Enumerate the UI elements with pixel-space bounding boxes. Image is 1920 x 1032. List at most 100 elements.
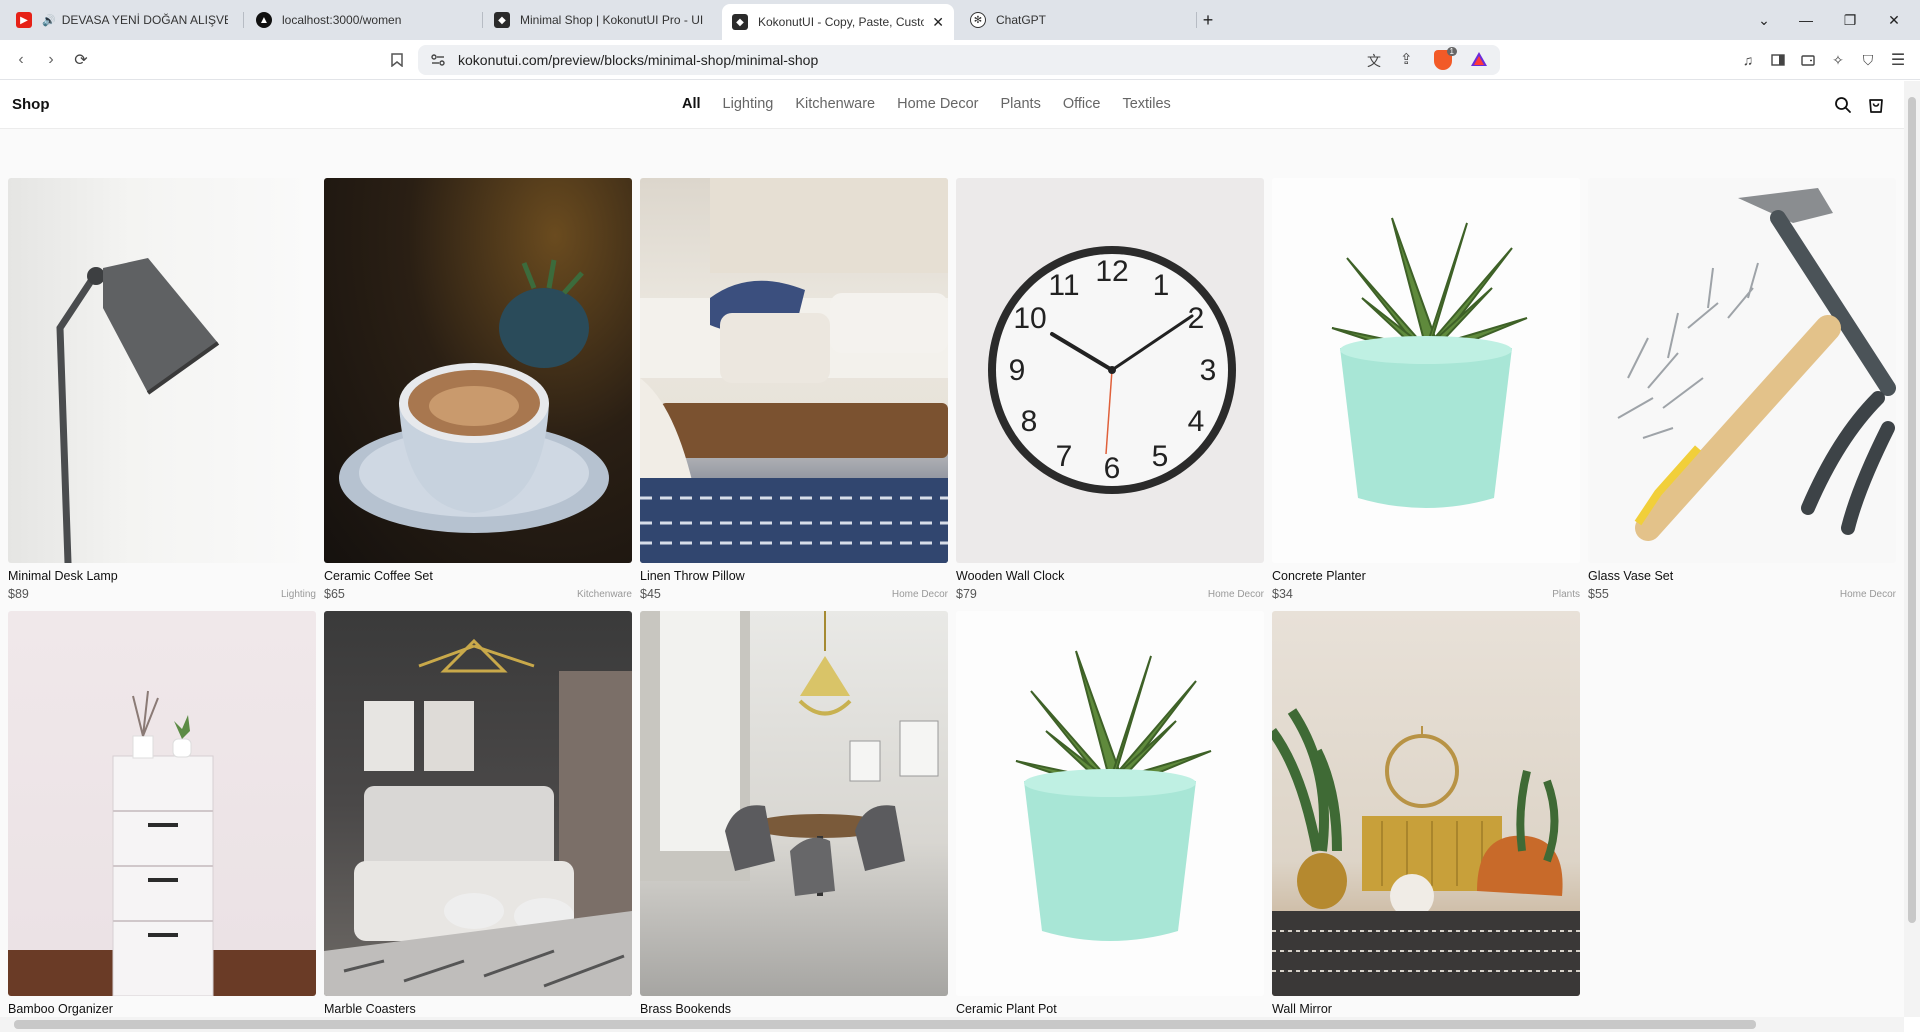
shield-count-badge: 1 <box>1446 47 1457 56</box>
leo-ai-icon[interactable]: ✧ <box>1826 48 1850 72</box>
tab-title: localhost:3000/women <box>282 13 402 27</box>
product-name[interactable]: Minimal Desk Lamp <box>8 569 118 583</box>
category-all[interactable]: All <box>682 96 701 112</box>
brave-shields-icon[interactable]: 1 <box>1434 47 1457 70</box>
tab-title: KokonutUI - Copy, Paste, Custo <box>758 15 925 29</box>
product-price: $79 <box>956 587 977 601</box>
kokonut-icon: ◆ <box>732 14 748 30</box>
category-home-decor[interactable]: Home Decor <box>897 96 978 112</box>
product-name[interactable]: Linen Throw Pillow <box>640 569 745 583</box>
svg-text:4: 4 <box>1188 405 1205 438</box>
browser-toolbar: ‹ › ⟳ kokonutui.com/preview/blocks/minim… <box>0 40 1920 80</box>
product-name[interactable]: Marble Coasters <box>324 1002 416 1016</box>
media-icon[interactable]: ♫ <box>1736 48 1760 72</box>
back-icon[interactable]: ‹ <box>8 48 34 72</box>
tab-search-chevron-icon[interactable]: ⌄ <box>1742 0 1786 40</box>
audio-playing-icon[interactable]: 🔊 <box>42 14 56 27</box>
living-room-image <box>1272 611 1580 996</box>
svg-text:1: 1 <box>1153 269 1170 302</box>
site-settings-icon[interactable] <box>430 52 446 73</box>
product-category: Home Decor <box>891 589 948 600</box>
tab-divider <box>482 12 483 28</box>
svg-text:6: 6 <box>1104 452 1121 485</box>
browser-tab[interactable]: ▶ 🔊 DEVASA YENİ DOĞAN ALIŞVERİ <box>6 6 238 34</box>
youtube-icon: ▶ <box>16 12 32 28</box>
tab-title: ChatGPT <box>996 13 1047 27</box>
browser-tab-active[interactable]: ◆ KokonutUI - Copy, Paste, Custo ✕ <box>722 4 954 40</box>
product-card[interactable]: Brass Bookends <box>640 611 948 1016</box>
drawer-unit-image <box>8 611 316 996</box>
minimize-icon[interactable]: — <box>1784 0 1828 40</box>
restore-window-icon[interactable]: ❐ <box>1828 0 1872 40</box>
product-name[interactable]: Ceramic Plant Pot <box>956 1002 1057 1016</box>
browser-tab[interactable]: ✻ ChatGPT <box>960 6 1192 34</box>
category-office[interactable]: Office <box>1063 96 1101 112</box>
close-tab-icon[interactable]: ✕ <box>932 14 944 31</box>
shop-page: Shop All Lighting Kitchenware Home Decor… <box>0 81 1904 1017</box>
desk-lamp-image <box>8 178 316 563</box>
succulent-pot-image <box>1272 178 1580 563</box>
product-name[interactable]: Glass Vase Set <box>1588 569 1673 583</box>
category-nav: All Lighting Kitchenware Home Decor Plan… <box>682 96 1171 112</box>
product-card[interactable]: Bamboo Organizer <box>8 611 316 1016</box>
product-price: $45 <box>640 587 661 601</box>
succulent-pot-image <box>956 611 1264 996</box>
product-name[interactable]: Concrete Planter <box>1272 569 1366 583</box>
vertical-scrollbar-thumb[interactable] <box>1908 97 1916 923</box>
brave-rewards-icon[interactable] <box>1470 51 1488 72</box>
shop-header: Shop All Lighting Kitchenware Home Decor… <box>0 81 1904 129</box>
product-name[interactable]: Wooden Wall Clock <box>956 569 1064 583</box>
product-card[interactable]: 12 1 2 3 4 5 6 7 8 9 10 11 Wooden Wall Clock $79 Ho… <box>956 178 1264 601</box>
coffee-cup-image <box>324 178 632 563</box>
dining-room-image <box>640 611 948 996</box>
product-card[interactable]: Marble Coasters <box>324 611 632 1016</box>
product-category: Home Decor <box>1839 589 1896 600</box>
search-icon[interactable] <box>1833 95 1853 115</box>
svg-text:12: 12 <box>1095 255 1128 288</box>
product-name[interactable]: Wall Mirror <box>1272 1002 1332 1016</box>
product-name[interactable]: Ceramic Coffee Set <box>324 569 433 583</box>
tools-image <box>1588 178 1896 563</box>
product-card[interactable]: Glass Vase Set $55 Home Decor <box>1588 178 1896 601</box>
bedroom-pillows-image <box>640 178 948 563</box>
close-window-icon[interactable]: ✕ <box>1872 0 1916 40</box>
horizontal-scrollbar-thumb[interactable] <box>14 1020 1756 1029</box>
address-bar[interactable]: kokonutui.com/preview/blocks/minimal-sho… <box>418 45 1500 75</box>
sidebar-toggle-icon[interactable] <box>1766 48 1790 72</box>
svg-text:7: 7 <box>1056 440 1073 473</box>
app-icon: ▲ <box>256 12 272 28</box>
product-card[interactable]: Minimal Desk Lamp $89 Lighting <box>8 178 316 601</box>
product-card[interactable]: Ceramic Plant Pot <box>956 611 1264 1016</box>
new-tab-button[interactable]: + <box>1192 0 1224 40</box>
url-text[interactable]: kokonutui.com/preview/blocks/minimal-sho… <box>458 52 818 68</box>
browser-menu-icon[interactable]: ☰ <box>1886 48 1910 72</box>
product-name[interactable]: Brass Bookends <box>640 1002 731 1016</box>
reload-icon[interactable]: ⟳ <box>68 48 94 72</box>
category-lighting[interactable]: Lighting <box>723 96 774 112</box>
category-kitchenware[interactable]: Kitchenware <box>795 96 875 112</box>
product-card[interactable]: Wall Mirror <box>1272 611 1580 1016</box>
category-plants[interactable]: Plants <box>1001 96 1041 112</box>
cart-icon[interactable] <box>1866 95 1886 115</box>
browser-tab[interactable]: ◆ Minimal Shop | KokonutUI Pro - UI C <box>484 6 716 34</box>
svg-text:11: 11 <box>1048 269 1079 302</box>
translate-icon[interactable]: 文 <box>1367 51 1381 71</box>
shop-logo[interactable]: Shop <box>12 96 50 113</box>
product-card[interactable]: Linen Throw Pillow $45 Home Decor <box>640 178 948 601</box>
product-price: $89 <box>8 587 29 601</box>
category-textiles[interactable]: Textiles <box>1122 96 1170 112</box>
browser-tab[interactable]: ▲ localhost:3000/women <box>246 6 478 34</box>
kokonut-icon: ◆ <box>494 12 510 28</box>
share-icon[interactable]: ⇪ <box>1400 50 1413 68</box>
tab-divider <box>243 12 244 28</box>
product-card[interactable]: Ceramic Coffee Set $65 Kitchenware <box>324 178 632 601</box>
product-category: Plants <box>1552 589 1580 600</box>
wallet-icon[interactable] <box>1796 48 1820 72</box>
forward-icon[interactable]: › <box>38 48 64 72</box>
product-card[interactable]: Concrete Planter $34 Plants <box>1272 178 1580 601</box>
product-name[interactable]: Bamboo Organizer <box>8 1002 113 1016</box>
product-category: Home Decor <box>1207 589 1264 600</box>
browser-tab-bar: ▶ 🔊 DEVASA YENİ DOĞAN ALIŞVERİ ▲ localho… <box>0 0 1920 40</box>
bookmark-icon[interactable] <box>384 48 410 72</box>
vpn-shield-icon[interactable]: ⛉ <box>1856 48 1880 72</box>
